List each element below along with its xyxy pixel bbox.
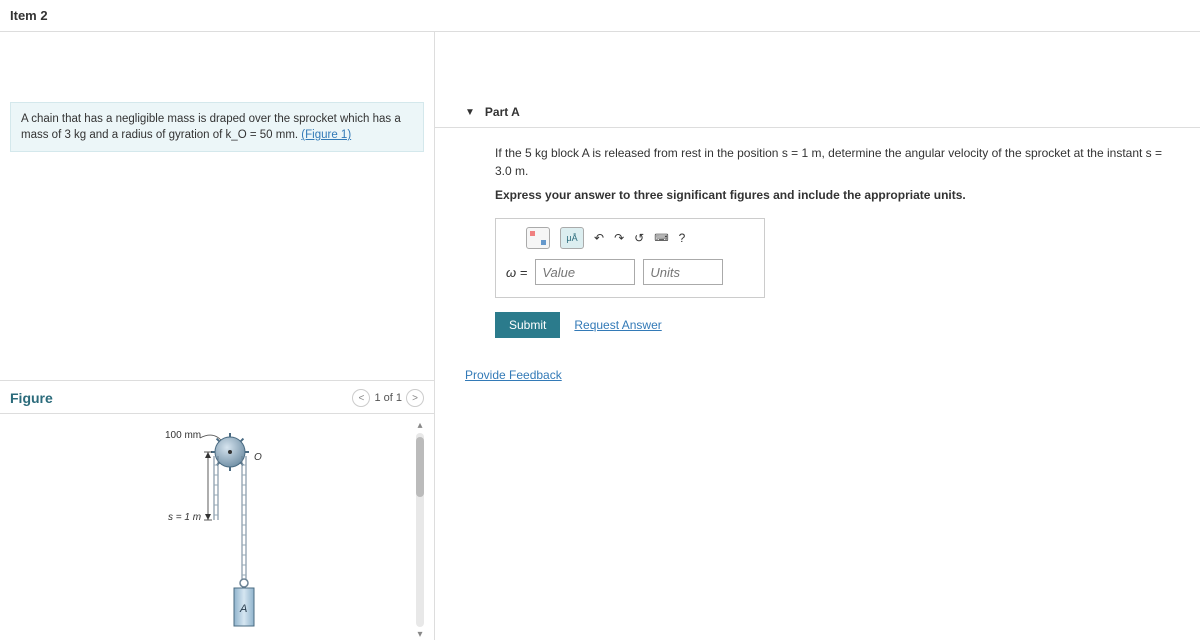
redo-button[interactable]: ↷ <box>614 231 624 245</box>
answer-block: μÅ ↶ ↷ ↺ ⌨ ? ω = <box>495 218 765 298</box>
figure-nav: < 1 of 1 > <box>352 389 424 407</box>
question-line1: If the 5 kg block A is released from res… <box>495 144 1170 180</box>
provide-feedback-link[interactable]: Provide Feedback <box>465 368 562 382</box>
scroll-thumb[interactable] <box>416 437 424 497</box>
problem-statement: A chain that has a negligible mass is dr… <box>10 102 424 152</box>
keyboard-button[interactable]: ⌨ <box>654 233 668 244</box>
request-answer-link[interactable]: Request Answer <box>574 318 661 332</box>
submit-row: Submit Request Answer <box>495 312 1200 338</box>
block-label: A <box>239 603 247 615</box>
value-input[interactable] <box>535 259 635 285</box>
figure-section: Figure < 1 of 1 > <box>0 380 434 640</box>
s-label: s = 1 m <box>168 512 201 523</box>
scroll-down-icon[interactable]: ▾ <box>417 629 422 640</box>
scroll-up-icon[interactable]: ▴ <box>417 420 422 431</box>
figure-body: 100 mm <box>0 420 434 640</box>
figure-link[interactable]: (Figure 1) <box>301 129 351 141</box>
center-label: O <box>254 452 262 463</box>
main-layout: A chain that has a negligible mass is dr… <box>0 32 1200 640</box>
submit-button[interactable]: Submit <box>495 312 560 338</box>
figure-header: Figure < 1 of 1 > <box>0 389 434 414</box>
figure-scrollbar[interactable]: ▴ ▾ <box>416 420 424 640</box>
feedback-row: Provide Feedback <box>465 368 1200 382</box>
left-pane: A chain that has a negligible mass is dr… <box>0 32 435 640</box>
figure-prev-button[interactable]: < <box>352 389 370 407</box>
answer-row: ω = <box>506 259 754 285</box>
question-line2: Express your answer to three significant… <box>495 186 1170 204</box>
figure-next-button[interactable]: > <box>406 389 424 407</box>
reset-button[interactable]: ↺ <box>634 231 644 245</box>
part-label: Part A <box>485 105 520 119</box>
figure-svg: 100 mm <box>160 420 300 630</box>
units-tool-button[interactable]: μÅ <box>560 227 584 249</box>
templates-button[interactable] <box>526 227 550 249</box>
figure-nav-label: 1 of 1 <box>374 392 402 404</box>
scroll-track[interactable] <box>416 433 424 627</box>
figure-title: Figure <box>10 390 53 406</box>
answer-toolbar: μÅ ↶ ↷ ↺ ⌨ ? <box>506 227 754 249</box>
question-text: If the 5 kg block A is released from res… <box>435 128 1200 210</box>
page-header: Item 2 <box>0 0 1200 32</box>
units-input[interactable] <box>643 259 723 285</box>
variable-label: ω = <box>506 265 527 280</box>
item-title: Item 2 <box>10 8 48 23</box>
part-header[interactable]: ▼ Part A <box>435 97 1200 128</box>
right-pane: ▼ Part A If the 5 kg block A is released… <box>435 32 1200 640</box>
collapse-icon: ▼ <box>465 107 475 118</box>
undo-button[interactable]: ↶ <box>594 231 604 245</box>
help-button[interactable]: ? <box>679 231 686 245</box>
radius-label: 100 mm <box>165 430 201 441</box>
